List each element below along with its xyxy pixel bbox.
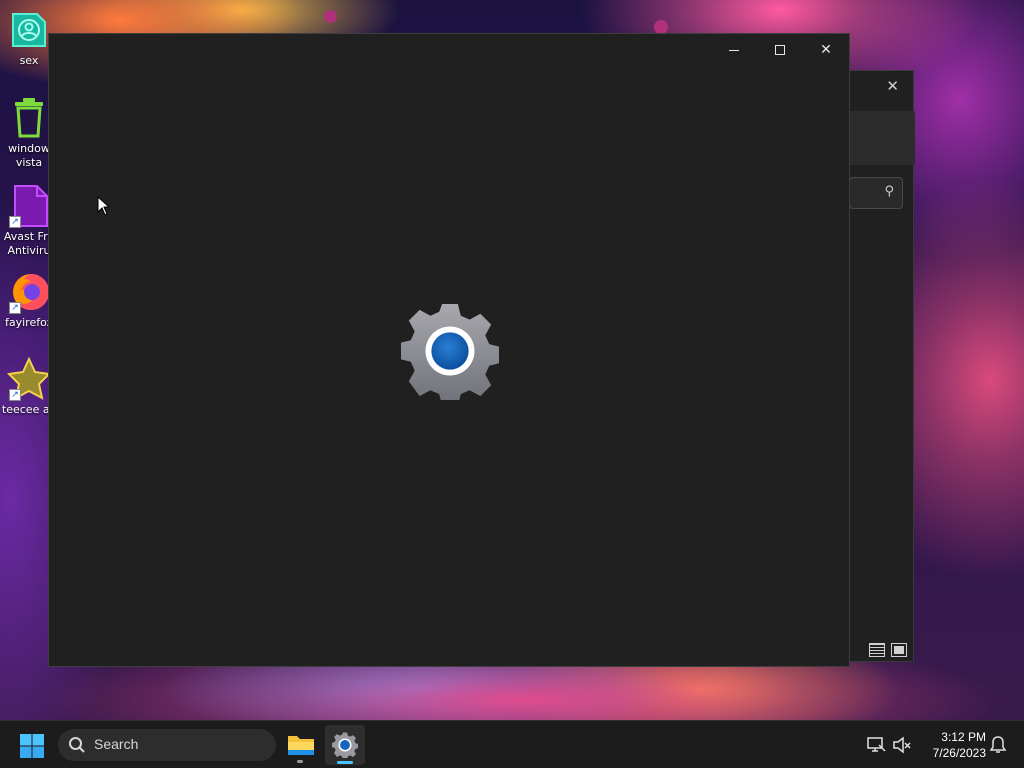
minimize-button[interactable] bbox=[711, 34, 757, 66]
taskbar: Search 3:12 PM 7/26/2023 bbox=[0, 720, 1024, 768]
notification-bell-icon[interactable] bbox=[988, 735, 1008, 755]
firefox-icon: ↗ bbox=[7, 270, 51, 314]
taskbar-clock[interactable]: 3:12 PM 7/26/2023 bbox=[914, 729, 986, 761]
settings-window[interactable]: ✕ bbox=[48, 33, 850, 667]
shortcut-arrow-icon: ↗ bbox=[9, 389, 21, 401]
settings-gear-icon bbox=[332, 732, 358, 758]
taskbar-search[interactable]: Search bbox=[58, 729, 276, 761]
close-icon[interactable]: ✕ bbox=[886, 77, 899, 95]
star-icon: ↗ bbox=[6, 356, 52, 401]
volume-muted-icon[interactable] bbox=[892, 735, 912, 755]
search-input[interactable]: ⚲ bbox=[849, 177, 903, 209]
shortcut-arrow-icon: ↗ bbox=[9, 216, 21, 228]
taskbar-settings[interactable] bbox=[325, 725, 365, 765]
search-icon bbox=[69, 737, 85, 753]
recycle-bin-icon bbox=[7, 96, 51, 140]
background-window-banner bbox=[849, 111, 915, 165]
maximize-button[interactable] bbox=[757, 34, 803, 66]
windows-start-icon[interactable] bbox=[18, 732, 46, 760]
close-icon: ✕ bbox=[820, 42, 832, 58]
active-indicator bbox=[337, 761, 353, 764]
clock-date: 7/26/2023 bbox=[932, 746, 986, 760]
folder-icon bbox=[288, 736, 314, 755]
user-profile-icon bbox=[7, 8, 51, 52]
close-button[interactable]: ✕ bbox=[803, 34, 849, 66]
mouse-cursor-icon bbox=[97, 196, 109, 216]
minimize-icon bbox=[729, 49, 739, 51]
wallpaper-orb bbox=[654, 20, 668, 34]
preview-view-icon[interactable] bbox=[891, 643, 907, 657]
wallpaper-orb bbox=[324, 10, 337, 23]
document-icon: ↗ bbox=[7, 184, 51, 228]
clock-time: 3:12 PM bbox=[941, 730, 986, 744]
network-icon[interactable] bbox=[866, 735, 886, 755]
taskbar-file-explorer[interactable] bbox=[281, 725, 321, 765]
search-icon: ⚲ bbox=[884, 184, 894, 199]
view-toggle bbox=[869, 643, 907, 657]
shortcut-arrow-icon: ↗ bbox=[9, 302, 21, 314]
settings-gear-icon bbox=[401, 303, 499, 400]
search-label: Search bbox=[94, 736, 139, 752]
running-indicator bbox=[297, 760, 303, 763]
details-view-icon[interactable] bbox=[869, 643, 885, 657]
maximize-icon bbox=[775, 45, 785, 55]
